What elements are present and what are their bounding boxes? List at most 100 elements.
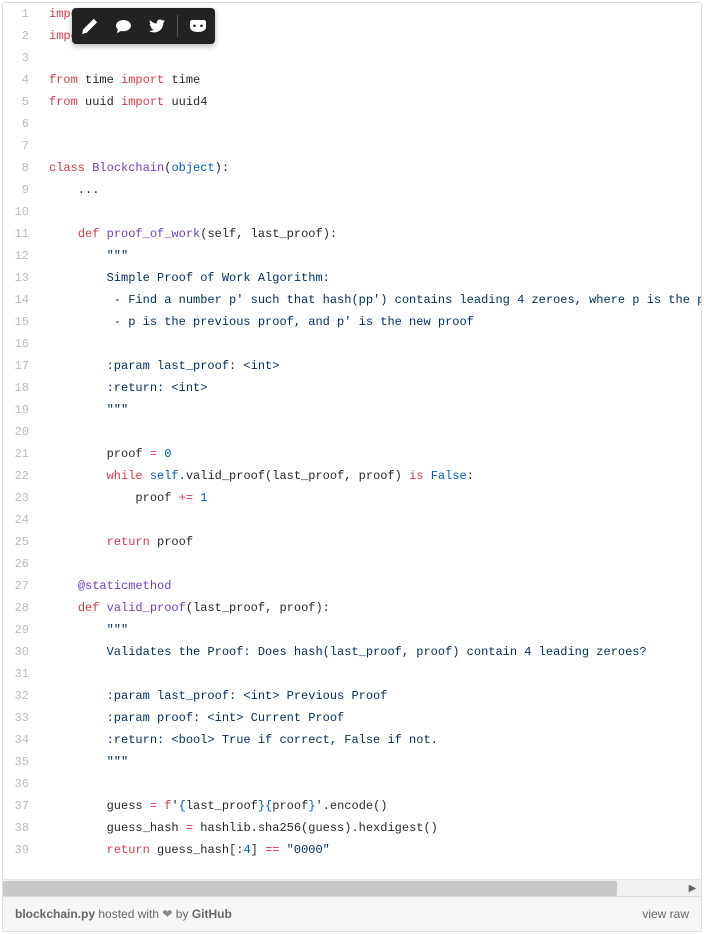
line-content[interactable]: """ (39, 751, 701, 773)
line-content[interactable] (39, 135, 701, 157)
line-number[interactable]: 18 (3, 377, 39, 399)
line-number[interactable]: 8 (3, 157, 39, 179)
code-line: 16 (3, 333, 701, 355)
line-number[interactable]: 24 (3, 509, 39, 531)
code-line: 18 :return: <int> (3, 377, 701, 399)
line-number[interactable]: 37 (3, 795, 39, 817)
code-scroll-area[interactable]: 1import hashlib2import json3 4from time … (3, 3, 701, 879)
line-content[interactable]: from time import time (39, 69, 701, 91)
line-number[interactable]: 10 (3, 201, 39, 223)
line-number[interactable]: 30 (3, 641, 39, 663)
gist-footer: blockchain.py hosted with ❤ by GitHub vi… (3, 896, 701, 931)
line-number[interactable]: 13 (3, 267, 39, 289)
line-content[interactable]: """ (39, 399, 701, 421)
line-number[interactable]: 27 (3, 575, 39, 597)
line-content[interactable]: guess_hash = hashlib.sha256(guess).hexdi… (39, 817, 701, 839)
horizontal-scrollbar[interactable]: ▶ (3, 879, 701, 896)
line-number[interactable]: 25 (3, 531, 39, 553)
line-content[interactable]: while self.valid_proof(last_proof, proof… (39, 465, 701, 487)
line-content[interactable] (39, 421, 701, 443)
comment-icon[interactable] (106, 8, 140, 44)
line-number[interactable]: 26 (3, 553, 39, 575)
line-content[interactable]: ... (39, 179, 701, 201)
line-number[interactable]: 22 (3, 465, 39, 487)
line-content[interactable]: """ (39, 245, 701, 267)
line-number[interactable]: 21 (3, 443, 39, 465)
scroll-right-arrow[interactable]: ▶ (684, 880, 701, 897)
line-content[interactable] (39, 201, 701, 223)
line-number[interactable]: 3 (3, 47, 39, 69)
line-content[interactable]: :return: <bool> True if correct, False i… (39, 729, 701, 751)
line-number[interactable]: 14 (3, 289, 39, 311)
code-line: 6 (3, 113, 701, 135)
line-number[interactable]: 19 (3, 399, 39, 421)
line-content[interactable]: :return: <int> (39, 377, 701, 399)
line-number[interactable]: 4 (3, 69, 39, 91)
line-content[interactable]: from uuid import uuid4 (39, 91, 701, 113)
line-number[interactable]: 39 (3, 839, 39, 861)
line-number[interactable]: 31 (3, 663, 39, 685)
line-content[interactable]: - p is the previous proof, and p' is the… (39, 311, 701, 333)
line-content[interactable] (39, 333, 701, 355)
pencil-icon[interactable] (72, 8, 106, 44)
code-line: 4from time import time (3, 69, 701, 91)
line-number[interactable]: 28 (3, 597, 39, 619)
line-number[interactable]: 1 (3, 3, 39, 25)
line-number[interactable]: 36 (3, 773, 39, 795)
line-number[interactable]: 11 (3, 223, 39, 245)
line-number[interactable]: 35 (3, 751, 39, 773)
line-number[interactable]: 20 (3, 421, 39, 443)
line-content[interactable] (39, 553, 701, 575)
heart-icon: ❤ (162, 907, 172, 921)
line-number[interactable]: 9 (3, 179, 39, 201)
line-number[interactable]: 2 (3, 25, 39, 47)
line-content[interactable]: return proof (39, 531, 701, 553)
line-content[interactable]: class Blockchain(object): (39, 157, 701, 179)
line-content[interactable] (39, 663, 701, 685)
line-number[interactable]: 17 (3, 355, 39, 377)
line-number[interactable]: 16 (3, 333, 39, 355)
view-raw-link[interactable]: view raw (642, 907, 689, 921)
line-number[interactable]: 6 (3, 113, 39, 135)
line-number[interactable]: 38 (3, 817, 39, 839)
line-number[interactable]: 7 (3, 135, 39, 157)
line-content[interactable]: - Find a number p' such that hash(pp') c… (39, 289, 701, 311)
line-content[interactable]: Validates the Proof: Does hash(last_proo… (39, 641, 701, 663)
code-line: 9 ... (3, 179, 701, 201)
github-link[interactable]: GitHub (192, 907, 232, 921)
line-content[interactable]: :param last_proof: <int> (39, 355, 701, 377)
mask-icon[interactable] (181, 8, 215, 44)
line-number[interactable]: 23 (3, 487, 39, 509)
code-line: 37 guess = f'{last_proof}{proof}'.encode… (3, 795, 701, 817)
line-content[interactable]: def proof_of_work(self, last_proof): (39, 223, 701, 245)
line-content[interactable] (39, 773, 701, 795)
by-text: by (172, 907, 191, 921)
line-number[interactable]: 32 (3, 685, 39, 707)
line-content[interactable] (39, 47, 701, 69)
line-content[interactable]: proof += 1 (39, 487, 701, 509)
line-content[interactable]: :param proof: <int> Current Proof (39, 707, 701, 729)
code-table: 1import hashlib2import json3 4from time … (3, 3, 701, 861)
line-number[interactable]: 29 (3, 619, 39, 641)
line-content[interactable] (39, 509, 701, 531)
line-content[interactable]: return guess_hash[:4] == "0000" (39, 839, 701, 861)
line-content[interactable]: Simple Proof of Work Algorithm: (39, 267, 701, 289)
line-content[interactable]: guess = f'{last_proof}{proof}'.encode() (39, 795, 701, 817)
scrollbar-thumb[interactable] (3, 881, 617, 896)
code-line: 31 (3, 663, 701, 685)
line-number[interactable]: 15 (3, 311, 39, 333)
code-line: 28 def valid_proof(last_proof, proof): (3, 597, 701, 619)
line-content[interactable]: proof = 0 (39, 443, 701, 465)
line-content[interactable]: """ (39, 619, 701, 641)
line-content[interactable]: def valid_proof(last_proof, proof): (39, 597, 701, 619)
line-content[interactable]: @staticmethod (39, 575, 701, 597)
line-number[interactable]: 33 (3, 707, 39, 729)
filename-link[interactable]: blockchain.py (15, 907, 95, 921)
line-number[interactable]: 12 (3, 245, 39, 267)
code-line: 32 :param last_proof: <int> Previous Pro… (3, 685, 701, 707)
line-number[interactable]: 5 (3, 91, 39, 113)
line-number[interactable]: 34 (3, 729, 39, 751)
line-content[interactable]: :param last_proof: <int> Previous Proof (39, 685, 701, 707)
twitter-icon[interactable] (140, 8, 174, 44)
line-content[interactable] (39, 113, 701, 135)
